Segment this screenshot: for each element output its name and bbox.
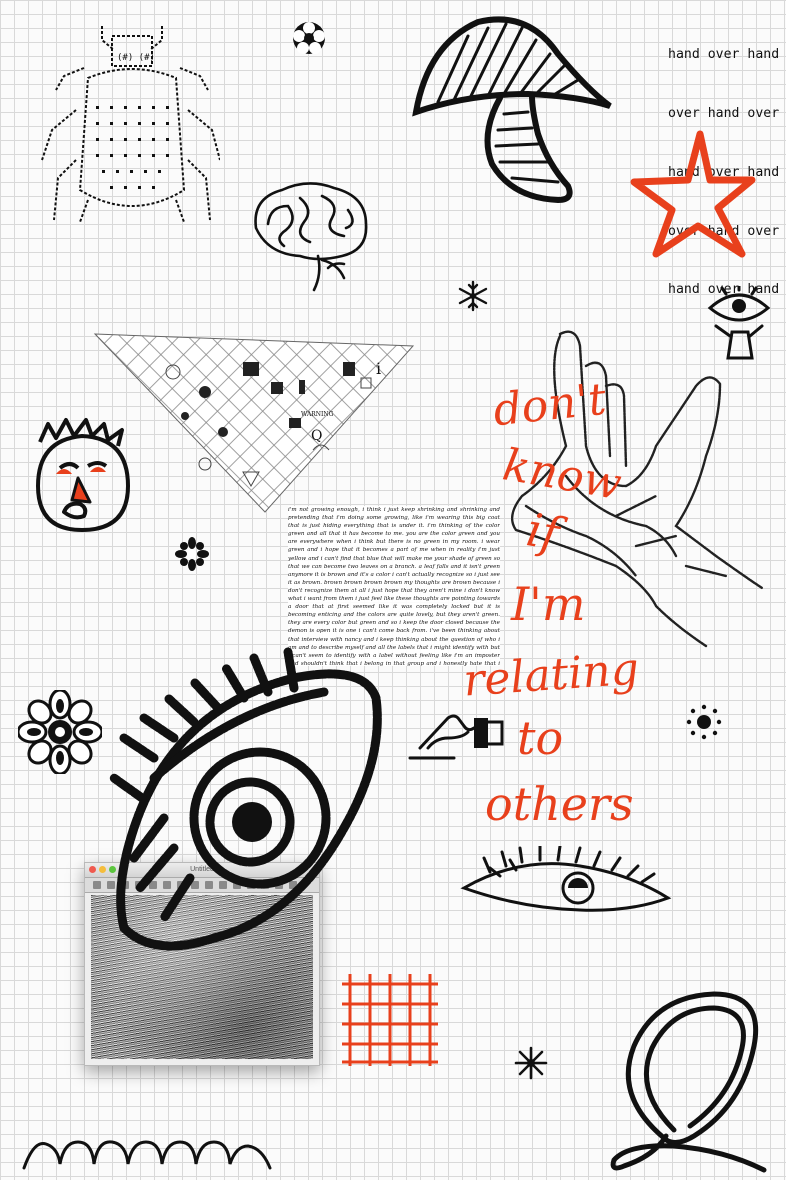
flower-icon <box>18 690 102 774</box>
tiled-triangle-collage: i WARNING Q <box>93 333 415 513</box>
writing-hand-icon <box>408 714 504 760</box>
script-word-others: others <box>485 777 634 831</box>
svg-text:Q: Q <box>311 428 322 444</box>
flower-stamp-icon <box>293 22 325 54</box>
snowflake-small-icon <box>514 1046 548 1080</box>
brain-drawing <box>254 182 368 292</box>
asterisk-flower-icon <box>175 537 209 571</box>
mushroom-drawing <box>412 16 612 204</box>
red-grid-icon <box>342 974 438 1066</box>
svg-text:i: i <box>376 359 381 378</box>
ascii-beetle: (#) (#) <box>41 26 220 223</box>
poem-line: hand over hand <box>668 47 780 63</box>
script-word-if: if <box>523 502 571 562</box>
face-drawing <box>36 418 130 532</box>
script-q-letter <box>610 991 767 1173</box>
svg-text:(#) (#): (#) (#) <box>117 53 155 63</box>
script-word-im: I'm <box>510 577 585 631</box>
script-word-know: know <box>499 439 625 510</box>
dotted-circle-icon <box>686 704 722 740</box>
wavy-line <box>22 1140 272 1170</box>
snowflake-icon <box>458 280 488 312</box>
script-phrase: don't know if I'm relating to others <box>455 362 655 842</box>
script-word-relating: relating <box>462 644 641 707</box>
script-word-dont: don't <box>491 374 609 437</box>
red-star-outline <box>630 130 756 258</box>
crayon-eye-drawing <box>109 647 382 951</box>
svg-text:WARNING: WARNING <box>301 411 334 418</box>
script-word-to: to <box>517 711 563 765</box>
line-eye-drawing <box>460 846 672 912</box>
poem-line: over hand over <box>668 105 780 121</box>
